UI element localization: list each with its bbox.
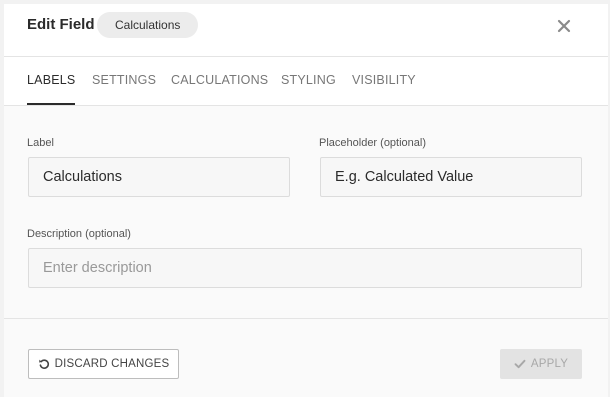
footer-divider <box>4 318 608 319</box>
apply-button[interactable]: APPLY <box>500 349 582 379</box>
edit-field-dialog: Edit Field Calculations LABELS SETTINGS … <box>4 4 608 397</box>
tab-labels[interactable]: LABELS <box>27 57 76 105</box>
field-type-chip: Calculations <box>97 12 199 38</box>
tab-bar: LABELS SETTINGS CALCULATIONS STYLING VIS… <box>4 57 608 106</box>
dialog-title: Edit Field <box>27 16 95 33</box>
dialog-header: Edit Field Calculations <box>4 4 608 57</box>
tab-visibility[interactable]: VISIBILITY <box>352 57 416 105</box>
discard-changes-button[interactable]: DISCARD CHANGES <box>28 349 179 379</box>
discard-changes-label: DISCARD CHANGES <box>54 358 170 370</box>
tab-styling[interactable]: STYLING <box>281 57 336 105</box>
check-icon <box>514 359 526 369</box>
placeholder-input[interactable] <box>320 157 582 197</box>
label-input[interactable] <box>28 157 290 197</box>
undo-icon <box>38 359 49 369</box>
tab-settings[interactable]: SETTINGS <box>92 57 156 105</box>
description-input[interactable] <box>28 248 582 288</box>
placeholder-field-label: Placeholder (optional) <box>319 137 427 149</box>
tab-calculations[interactable]: CALCULATIONS <box>171 57 268 105</box>
label-field-label: Label <box>27 137 54 149</box>
apply-label: APPLY <box>530 358 569 370</box>
description-field-label: Description (optional) <box>27 228 131 240</box>
close-icon <box>557 19 571 33</box>
close-button[interactable] <box>552 14 576 38</box>
